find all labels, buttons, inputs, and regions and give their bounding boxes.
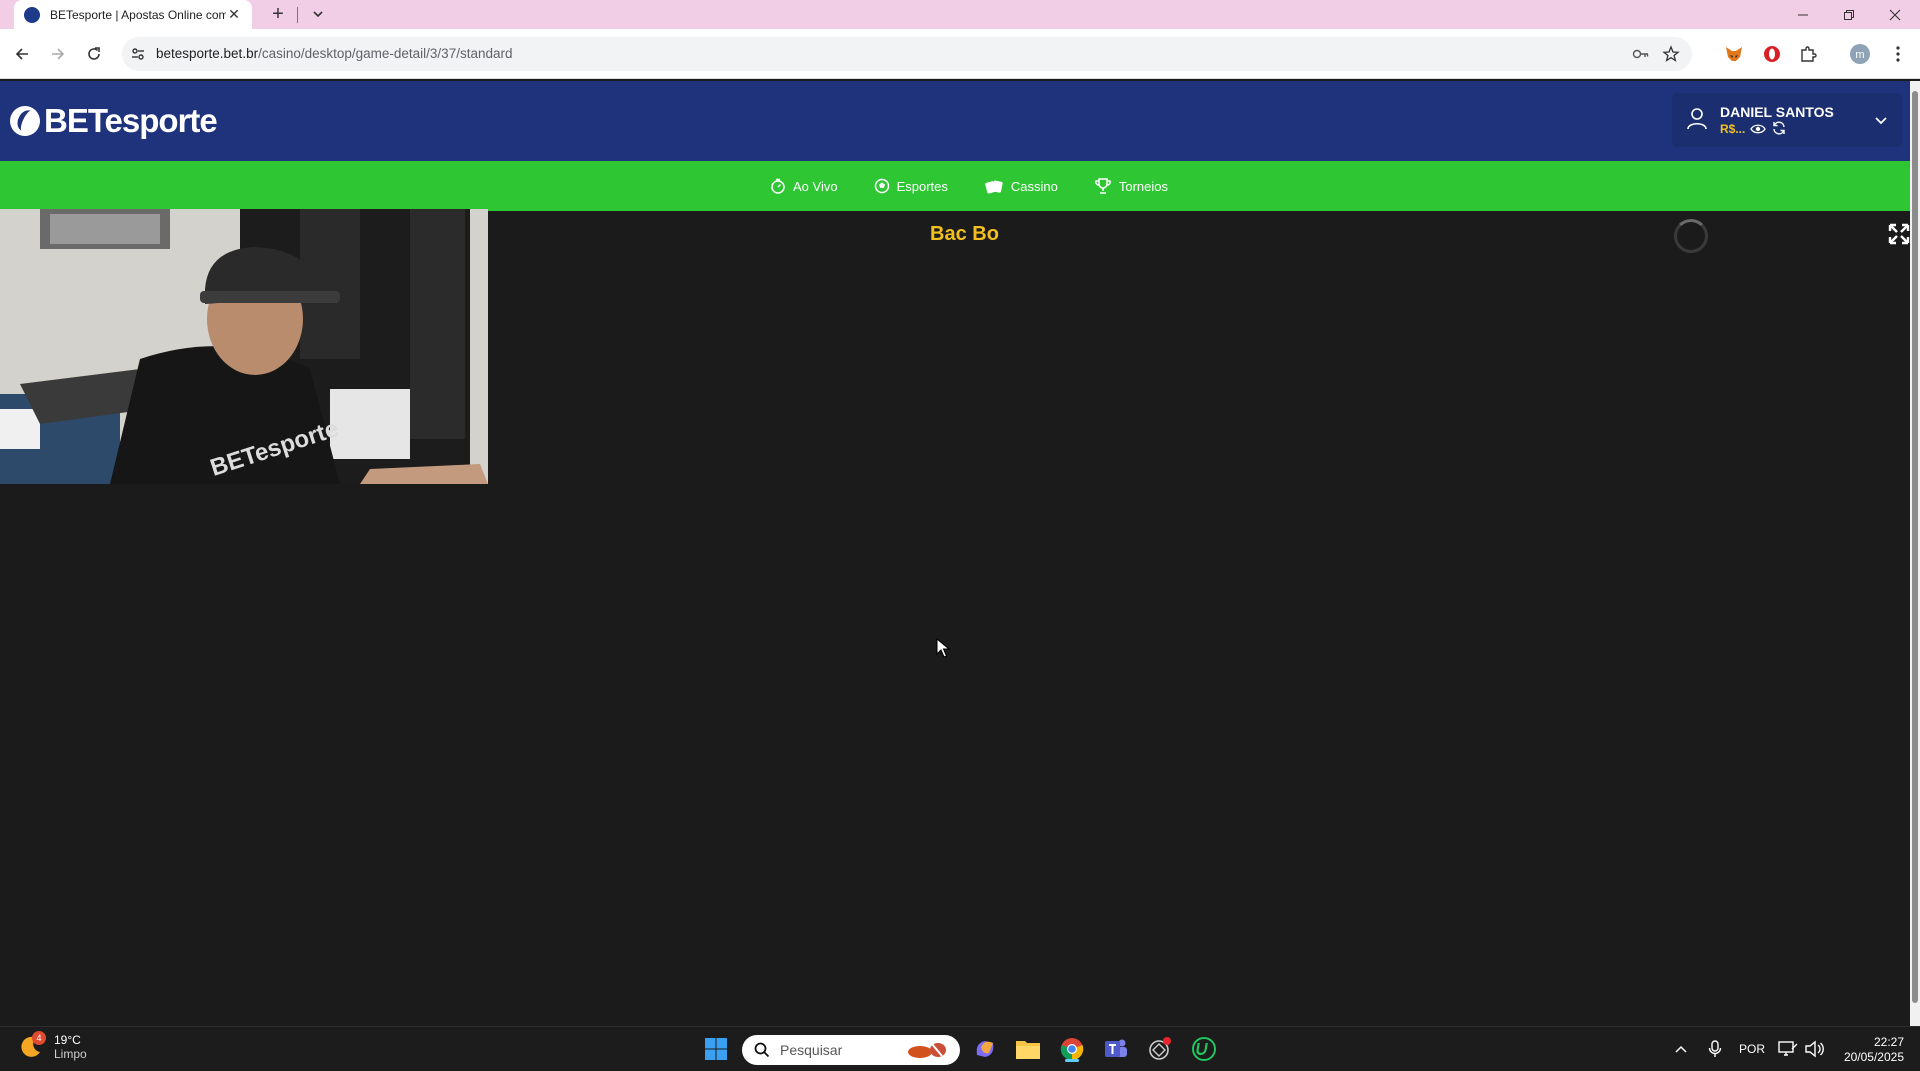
betesporte-logo[interactable]: BETesporte	[10, 101, 218, 141]
show-hidden-icons-chevron-icon[interactable]	[1666, 1034, 1696, 1064]
url-host: betesporte.bet.br	[156, 46, 259, 61]
back-button[interactable]	[10, 42, 34, 66]
nav-item-torneios[interactable]: Torneios	[1094, 177, 1168, 195]
volume-icon[interactable]	[1799, 1034, 1829, 1064]
clock-time: 22:27	[1873, 1035, 1904, 1049]
tab-title: BETesporte | Apostas Online com	[50, 7, 226, 22]
tab-search-chevron-icon[interactable]	[308, 4, 328, 24]
nav-item-label: Torneios	[1118, 178, 1168, 194]
site-favicon-icon	[24, 6, 40, 23]
chevron-down-icon[interactable]	[1874, 113, 1888, 131]
nav-item-label: Cassino	[1010, 178, 1058, 194]
copilot-icon[interactable]	[970, 1034, 1000, 1064]
soccer-ball-icon	[874, 178, 889, 194]
nav-item-label: Esportes	[896, 178, 948, 194]
input-language-indicator[interactable]: POR	[1739, 1027, 1765, 1071]
user-balance: R$...	[1720, 122, 1746, 136]
bookmark-star-icon[interactable]	[1662, 45, 1680, 68]
nav-item-esportes[interactable]: Esportes	[874, 178, 948, 194]
nav-item-cassino[interactable]: Cassino	[984, 178, 1058, 194]
site-main-nav: Ao Vivo Esportes Cassino Torneios	[0, 161, 1910, 211]
site-settings-icon[interactable]	[130, 46, 146, 67]
active-app-indicator	[1065, 1059, 1079, 1062]
stopwatch-icon	[771, 178, 785, 194]
tab-divider	[297, 7, 298, 23]
search-icon	[754, 1042, 770, 1058]
close-tab-icon[interactable]: ✕	[226, 6, 242, 23]
user-name: DANIEL SANTOS	[1720, 104, 1834, 120]
weather-notification-badge: 4	[32, 1031, 46, 1045]
refresh-balance-icon[interactable]	[1772, 121, 1786, 140]
taskbar-search-box[interactable]: Pesquisar	[742, 1035, 960, 1065]
svg-text:m: m	[1855, 49, 1864, 61]
user-account-menu[interactable]: DANIEL SANTOS R$...	[1672, 93, 1902, 147]
windows-taskbar: 4 19°C Limpo Pesquisar POR 22:27 20/05/2…	[0, 1026, 1920, 1070]
weather-condition: Limpo	[54, 1047, 87, 1061]
extensions-puzzle-icon[interactable]	[1796, 42, 1820, 66]
weather-temp: 19°C	[54, 1033, 81, 1047]
new-tab-button[interactable]: +	[266, 3, 290, 27]
file-explorer-icon[interactable]	[1013, 1034, 1043, 1064]
page-scrollbar[interactable]	[1910, 81, 1920, 1026]
search-placeholder: Pesquisar	[780, 1042, 843, 1058]
forward-button[interactable]	[46, 42, 70, 66]
loading-spinner-icon	[1674, 219, 1708, 253]
user-icon	[1686, 107, 1708, 136]
logo-text: BETesporte	[44, 102, 218, 139]
close-window-button[interactable]	[1872, 0, 1918, 29]
search-highlight-icon	[908, 1043, 946, 1058]
recording-app-icon[interactable]	[1145, 1034, 1175, 1064]
scrollbar-thumb[interactable]	[1912, 91, 1918, 1003]
clock-date: 20/05/2025	[1843, 1050, 1904, 1064]
cards-icon	[985, 180, 1003, 194]
password-key-icon[interactable]	[1632, 46, 1650, 67]
chrome-icon[interactable]	[1057, 1034, 1087, 1064]
browser-toolbar: betesporte.bet.br/casino/desktop/game-de…	[0, 29, 1920, 79]
teams-icon[interactable]	[1101, 1034, 1131, 1064]
metamask-fox-icon[interactable]	[1722, 42, 1746, 66]
profile-avatar[interactable]: m	[1848, 42, 1872, 66]
address-bar[interactable]: betesporte.bet.br/casino/desktop/game-de…	[122, 37, 1692, 71]
logo-ball-icon	[10, 106, 40, 136]
nav-item-ao-vivo[interactable]: Ao Vivo	[770, 178, 838, 194]
fullscreen-expand-icon[interactable]	[1888, 223, 1910, 250]
browser-tab-strip: BETesporte | Apostas Online com ✕ +	[0, 0, 1920, 29]
trophy-icon	[1094, 178, 1111, 194]
game-title: Bac Bo	[930, 223, 999, 245]
site-header: BETesporte DANIEL SANTOS R$...	[0, 81, 1910, 161]
show-balance-eye-icon[interactable]	[1750, 122, 1766, 140]
taskbar-clock[interactable]: 22:27 20/05/2025	[1832, 1035, 1904, 1065]
url-path: /casino/desktop/game-detail/3/37/standar…	[258, 46, 513, 61]
minimize-window-button[interactable]	[1780, 0, 1826, 29]
weather-widget[interactable]: 4 19°C Limpo	[18, 1031, 87, 1061]
nav-item-label: Ao Vivo	[793, 178, 838, 194]
url-text: betesporte.bet.br/casino/desktop/game-de…	[156, 46, 513, 61]
browser-tab-active[interactable]: BETesporte | Apostas Online com ✕	[14, 0, 252, 29]
green-u-app-icon[interactable]	[1189, 1034, 1219, 1064]
webcam-overlay: BETesporte	[0, 209, 488, 484]
browser-menu-kebab-icon[interactable]	[1886, 42, 1910, 66]
webcam-video-frame: BETesporte	[0, 209, 488, 484]
moon-weather-icon: 4	[18, 1031, 46, 1060]
windows-start-icon[interactable]	[701, 1034, 731, 1064]
restore-window-button[interactable]	[1826, 0, 1872, 29]
microphone-icon[interactable]	[1700, 1034, 1730, 1064]
mouse-cursor-icon	[936, 637, 951, 663]
opera-extension-icon[interactable]	[1760, 42, 1784, 66]
reload-button[interactable]	[82, 42, 106, 66]
